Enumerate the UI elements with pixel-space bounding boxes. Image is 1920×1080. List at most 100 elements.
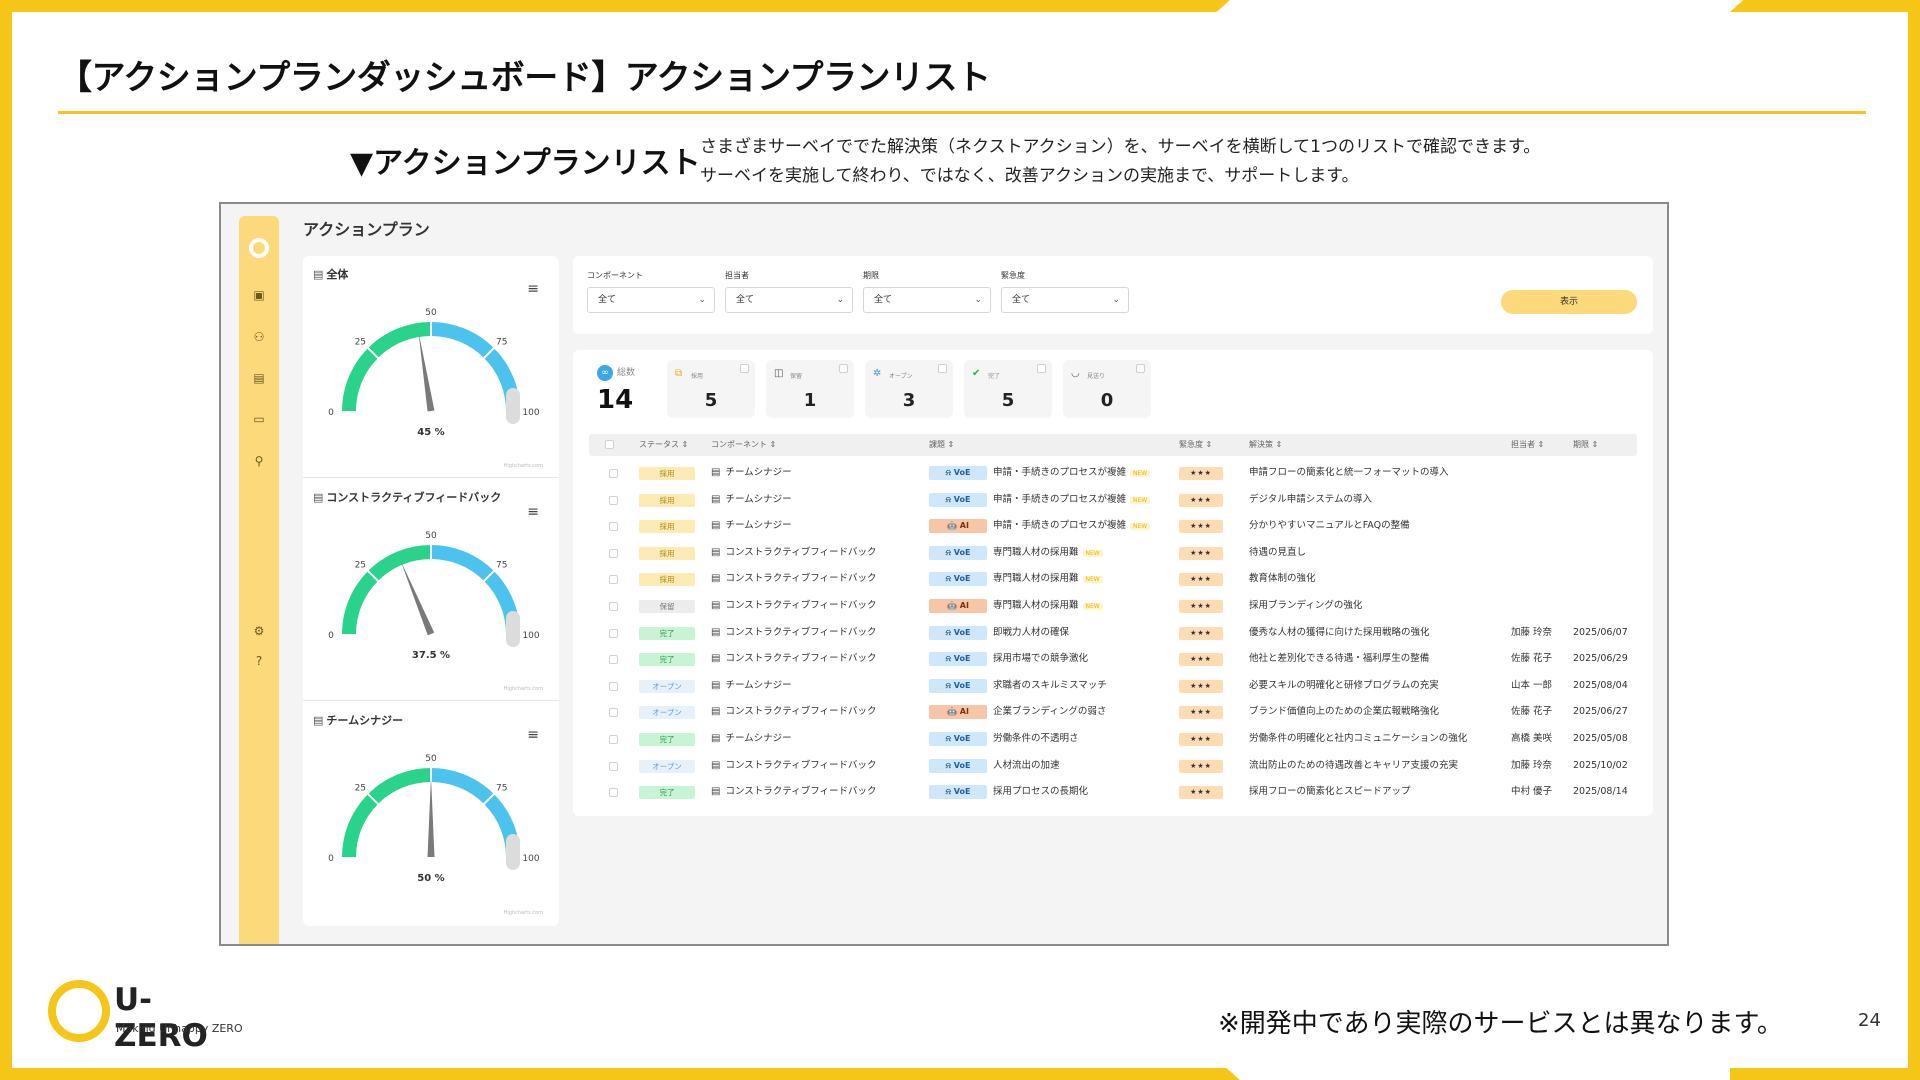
table-row[interactable]: 完了 ▤ コンストラクティブフィードバック ⍾ VoE 採用市場での競争激化 ★★★ 他社と… bbox=[589, 646, 1637, 673]
select-all-checkbox[interactable] bbox=[605, 440, 614, 449]
stat-card[interactable]: ◫ 保留 1 bbox=[766, 360, 854, 418]
issue-cell: 申請・手続きのプロセスが複雑 NEW bbox=[993, 460, 1151, 487]
gauge-value-label: 50 % bbox=[417, 873, 444, 884]
component-cell: ▤ コンストラクティブフィードバック bbox=[711, 600, 877, 611]
row-checkbox[interactable] bbox=[609, 548, 618, 558]
survey-icon: ▤ bbox=[711, 626, 721, 638]
stat-value: 5 bbox=[1001, 390, 1015, 411]
gear-icon[interactable]: ⚙ bbox=[251, 624, 267, 638]
stat-label: 保留 bbox=[790, 373, 803, 380]
col-component[interactable]: コンポーネント ⇕ bbox=[711, 434, 776, 456]
row-checkbox[interactable] bbox=[609, 575, 618, 585]
due-cell: 2025/08/14 bbox=[1573, 786, 1628, 798]
group-icon[interactable]: ⚇ bbox=[251, 330, 267, 344]
row-checkbox[interactable] bbox=[609, 681, 618, 691]
table-row[interactable]: 採用 ▤ チームシナジー ⍾ VoE 申請・手続きのプロセスが複雑 NEW ★★★ 申請フロー… bbox=[589, 460, 1637, 487]
row-checkbox[interactable] bbox=[609, 708, 618, 718]
due-select[interactable]: 全て ⌄ bbox=[863, 287, 991, 313]
row-checkbox[interactable] bbox=[609, 469, 618, 478]
gauge-tick-label: 0 bbox=[328, 854, 334, 864]
gauge-chart: 0 25 50 75 100 50 % bbox=[328, 754, 540, 884]
speaker-icon: ⍾ bbox=[945, 627, 954, 637]
due-cell: 2025/10/02 bbox=[1573, 759, 1628, 771]
status-badge: 完了 bbox=[639, 733, 695, 746]
col-issue[interactable]: 課題 ⇕ bbox=[929, 434, 954, 456]
urgency-badge: ★★★ bbox=[1179, 546, 1223, 560]
col-solution[interactable]: 解決策 ⇕ bbox=[1249, 434, 1282, 456]
source-badge: ⍾ VoE bbox=[929, 572, 987, 587]
stat-checkbox[interactable] bbox=[1136, 364, 1145, 373]
table-row[interactable]: 採用 ▤ チームシナジー ⍾ VoE 申請・手続きのプロセスが複雑 NEW ★★★ デジタル申… bbox=[589, 487, 1637, 514]
row-checkbox[interactable] bbox=[609, 522, 618, 532]
new-tag: NEW bbox=[1130, 496, 1151, 504]
owner-select[interactable]: 全て ⌄ bbox=[725, 287, 853, 313]
stat-checkbox[interactable] bbox=[740, 364, 749, 373]
speaker-icon: ⍾ bbox=[945, 787, 954, 797]
row-checkbox[interactable] bbox=[609, 735, 618, 744]
col-due[interactable]: 期限 ⇕ bbox=[1573, 434, 1598, 456]
row-checkbox[interactable] bbox=[609, 655, 618, 665]
stat-card[interactable]: ⧉ 採用 5 bbox=[667, 360, 755, 418]
new-tag: NEW bbox=[1130, 523, 1151, 531]
app-title: アクションプラン bbox=[303, 220, 430, 239]
urgency-select[interactable]: 全て ⌄ bbox=[1001, 287, 1129, 313]
frame-bottom-right bbox=[1730, 1068, 1920, 1080]
stat-checkbox[interactable] bbox=[1037, 364, 1046, 373]
stat-checkbox[interactable] bbox=[938, 364, 947, 373]
survey-icon[interactable]: ▤ bbox=[251, 371, 267, 385]
issue-cell: 即戦力人材の確保 bbox=[993, 626, 1070, 638]
table-row[interactable]: 採用 ▤ コンストラクティブフィードバック ⍾ VoE 専門職人材の採用難 NEW ★★★ 教… bbox=[589, 566, 1637, 593]
owner-cell: 高橋 美咲 bbox=[1511, 733, 1553, 744]
urgency-badge: ★★★ bbox=[1179, 600, 1223, 613]
stat-card[interactable]: ◡ 見送り 0 bbox=[1063, 360, 1151, 418]
section-description: さまざまサーベイででた解決策（ネクストアクション）を、サーベイを横断して1つのリ… bbox=[700, 133, 1540, 191]
table-row[interactable]: 完了 ▤ コンストラクティブフィードバック ⍾ VoE 即戦力人材の確保 ★★★ 優秀な人材… bbox=[589, 620, 1637, 647]
row-checkbox[interactable] bbox=[609, 628, 618, 638]
hold-icon: ◫ bbox=[774, 368, 784, 379]
gauge-tick-label: 100 bbox=[522, 631, 539, 641]
table-row[interactable]: オープン ▤ コンストラクティブフィードバック ⍾ VoE 人材流出の加速 ★★★ 流出防止… bbox=[589, 753, 1637, 780]
col-status[interactable]: ステータス ⇕ bbox=[639, 434, 688, 456]
row-checkbox[interactable] bbox=[609, 602, 618, 611]
survey-icon: ▤ bbox=[711, 706, 721, 718]
urgency-badge: ★★★ bbox=[1179, 520, 1223, 534]
gauge-tick-label: 50 bbox=[425, 531, 437, 541]
urgency-badge: ★★★ bbox=[1179, 493, 1223, 507]
stat-card[interactable]: ✲ オープン 3 bbox=[865, 360, 953, 418]
table-row[interactable]: 採用 ▤ チームシナジー 🤖 AI 申請・手続きのプロセスが複雑 NEW ★★★ 分かりやすい… bbox=[589, 513, 1637, 540]
source-badge: 🤖 AI bbox=[929, 599, 987, 613]
owner-cell: 加藤 玲奈 bbox=[1511, 626, 1553, 638]
footnote: ※開発中であり実際のサービスとは異なります。 bbox=[1218, 1009, 1783, 1039]
col-owner[interactable]: 担当者 ⇕ bbox=[1511, 434, 1544, 456]
table-row[interactable]: オープン ▤ コンストラクティブフィードバック 🤖 AI 企業ブランディングの弱さ ★★★… bbox=[589, 699, 1637, 726]
component-select[interactable]: 全て ⌄ bbox=[587, 287, 715, 313]
row-checkbox[interactable] bbox=[609, 788, 618, 798]
component-cell: ▤ チームシナジー bbox=[711, 679, 792, 691]
adopt-icon: ⧉ bbox=[675, 368, 683, 379]
urgency-badge: ★★★ bbox=[1179, 467, 1223, 480]
table-row[interactable]: 完了 ▤ コンストラクティブフィードバック ⍾ VoE 採用プロセスの長期化 ★★★ 採用フ… bbox=[589, 779, 1637, 806]
chart-credit: Highcharts.com bbox=[503, 686, 543, 692]
stat-value: 0 bbox=[1100, 390, 1114, 411]
table-row[interactable]: 採用 ▤ コンストラクティブフィードバック ⍾ VoE 専門職人材の採用難 NEW ★★★ 待… bbox=[589, 540, 1637, 567]
gauge-tick-label: 100 bbox=[522, 408, 539, 418]
component-cell: ▤ チームシナジー bbox=[711, 520, 792, 532]
row-checkbox[interactable] bbox=[609, 761, 618, 771]
col-urgency[interactable]: 緊急度 ⇕ bbox=[1179, 434, 1212, 456]
calendar-icon[interactable]: ▣ bbox=[251, 288, 267, 302]
chat-icon[interactable]: ▭ bbox=[251, 412, 267, 426]
show-button[interactable]: 表示 bbox=[1501, 290, 1637, 314]
speaker-icon: ⍾ bbox=[945, 494, 954, 504]
description-line-1: さまざまサーベイででた解決策（ネクストアクション）を、サーベイを横断して1つのリ… bbox=[700, 137, 1541, 157]
app-logo-icon[interactable] bbox=[249, 238, 269, 258]
filter-bar: コンポーネント 全て ⌄ 担当者 全て ⌄ 期限 全て ⌄ 緊急度 全て ⌄ 表示 bbox=[573, 256, 1653, 334]
row-checkbox[interactable] bbox=[609, 495, 618, 505]
table-row[interactable]: 完了 ▤ チームシナジー ⍾ VoE 労働条件の不透明さ ★★★ 労働条件の明確化と社内コミ… bbox=[589, 726, 1637, 753]
help-icon[interactable]: ? bbox=[251, 654, 267, 668]
table-row[interactable]: オープン ▤ チームシナジー ⍾ VoE 求職者のスキルミスマッチ ★★★ 必要スキルの明確… bbox=[589, 673, 1637, 700]
stat-checkbox[interactable] bbox=[839, 364, 848, 373]
table-row[interactable]: 保留 ▤ コンストラクティブフィードバック 🤖 AI 専門職人材の採用難 NEW ★★★ 採用… bbox=[589, 593, 1637, 620]
stat-card[interactable]: ✔ 完了 5 bbox=[964, 360, 1052, 418]
solution-cell: 採用フローの簡素化とスピードアップ bbox=[1249, 786, 1411, 798]
people-search-icon[interactable]: ⚲ bbox=[251, 454, 267, 468]
